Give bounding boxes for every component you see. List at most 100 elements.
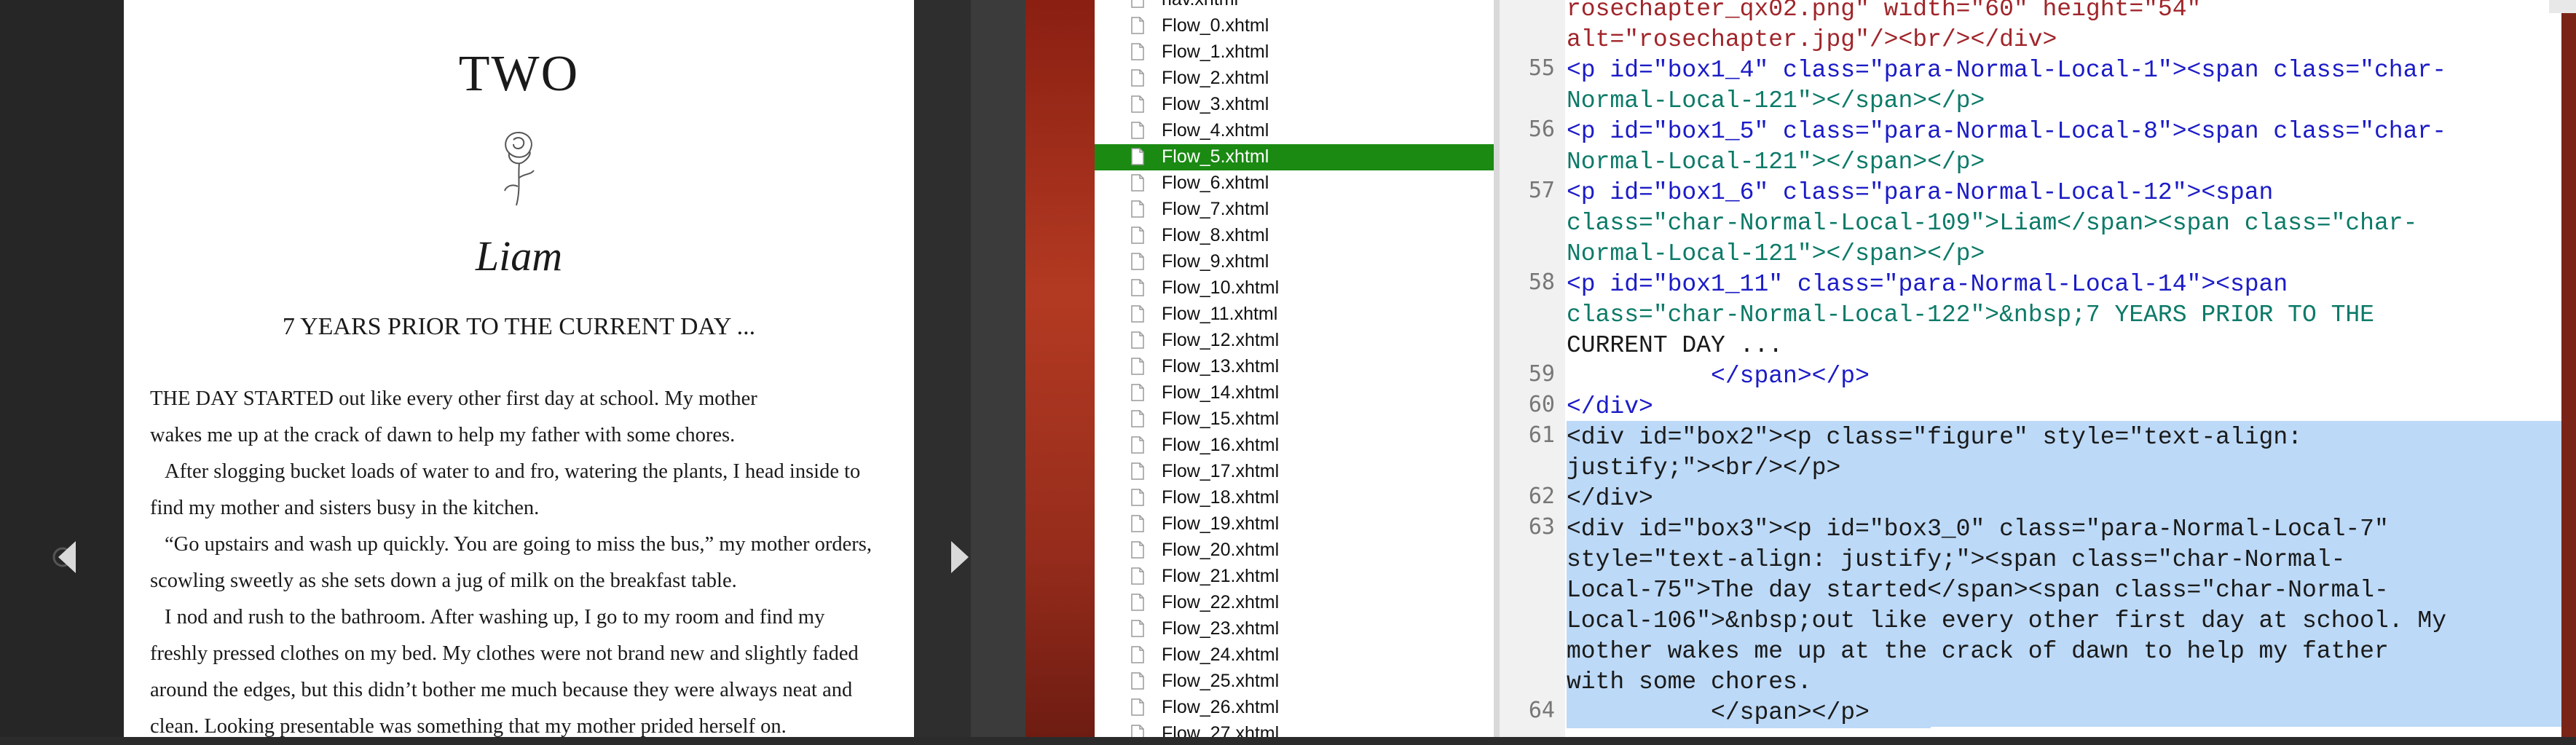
file-list-item[interactable]: Flow_24.xhtml bbox=[1095, 642, 1494, 669]
paragraph-4: I nod and rush to the bathroom. After wa… bbox=[150, 599, 886, 745]
file-list-item[interactable]: Flow_0.xhtml bbox=[1095, 13, 1494, 39]
reader-right-edge bbox=[971, 0, 1025, 737]
paragraph-2: After slogging bucket loads of water to … bbox=[150, 454, 886, 527]
file-name: Flow_11.xhtml bbox=[1162, 304, 1278, 324]
code-line-selected: <div id="box2"><p class="figure" style="… bbox=[1567, 424, 2302, 451]
file-name: Flow_26.xhtml bbox=[1162, 697, 1280, 717]
file-name: Flow_25.xhtml bbox=[1162, 671, 1280, 691]
next-page-button[interactable] bbox=[947, 535, 976, 579]
file-list-item[interactable]: Flow_19.xhtml bbox=[1095, 511, 1494, 537]
file-list-item[interactable]: Flow_22.xhtml bbox=[1095, 590, 1494, 616]
document-icon bbox=[1131, 226, 1144, 244]
file-name: Flow_3.xhtml bbox=[1162, 94, 1269, 114]
line-number: 57 bbox=[1528, 178, 1555, 203]
code-line-selected: Local-75">The day started</span><span cl… bbox=[1567, 577, 2389, 604]
code-line: alt="rosechapter.jpg"/><br/></div> bbox=[1567, 26, 2057, 53]
file-list-item[interactable]: Flow_6.xhtml bbox=[1095, 170, 1494, 197]
file-list-item[interactable]: Flow_26.xhtml bbox=[1095, 695, 1494, 721]
code-line-selected: </div> bbox=[1567, 485, 1653, 512]
paragraph-text: wakes me up at the crack of dawn to help… bbox=[150, 424, 736, 446]
file-name: Flow_18.xhtml bbox=[1162, 487, 1280, 508]
code-editor[interactable]: 55 56 57 58 59 60 61 62 63 64 rosechapte… bbox=[1500, 0, 2561, 737]
document-icon bbox=[1131, 436, 1144, 454]
paragraph-1: THE DAY STARTED out like every other fir… bbox=[150, 381, 886, 454]
document-icon bbox=[1131, 253, 1144, 270]
file-list-item[interactable]: Flow_17.xhtml bbox=[1095, 459, 1494, 485]
document-icon bbox=[1131, 305, 1144, 323]
document-icon bbox=[1131, 672, 1144, 690]
file-list-item[interactable]: Flow_16.xhtml bbox=[1095, 433, 1494, 459]
document-icon bbox=[1131, 541, 1144, 559]
file-list-item[interactable]: Flow_20.xhtml bbox=[1095, 537, 1494, 564]
file-name: Flow_8.xhtml bbox=[1162, 225, 1269, 245]
document-icon bbox=[1131, 69, 1144, 87]
file-list-item[interactable]: Flow_13.xhtml bbox=[1095, 354, 1494, 380]
file-list-item[interactable]: Flow_14.xhtml bbox=[1095, 380, 1494, 406]
paragraph-text: around the edges, but this didn’t bother… bbox=[150, 679, 853, 701]
book-page: TWO Liam 7 YEARS PRIOR TO THE CURRENT DA… bbox=[124, 0, 914, 738]
code-line: class="char-Normal-Local-109">Liam</span… bbox=[1567, 210, 2418, 237]
document-icon bbox=[1131, 462, 1144, 480]
file-name: Flow_16.xhtml bbox=[1162, 435, 1280, 455]
file-list-item[interactable]: Flow_1.xhtml bbox=[1095, 39, 1494, 66]
document-icon bbox=[1131, 725, 1144, 737]
document-icon bbox=[1131, 17, 1144, 34]
code-line: Normal-Local-121"></span></p> bbox=[1567, 87, 1985, 114]
line-number: 63 bbox=[1528, 514, 1555, 540]
paragraph-text: scowling sweetly as she sets down a jug … bbox=[150, 569, 737, 592]
file-list-item[interactable]: Flow_18.xhtml bbox=[1095, 485, 1494, 511]
file-name: Flow_22.xhtml bbox=[1162, 592, 1280, 612]
lead-in-text: THE DAY STARTED bbox=[150, 387, 334, 410]
code-line-selected: justify;"><br/></p> bbox=[1567, 454, 1841, 481]
file-list-item[interactable]: Flow_8.xhtml bbox=[1095, 223, 1494, 249]
file-list-item[interactable]: Flow_5.xhtml bbox=[1095, 144, 1494, 170]
file-list-item[interactable]: Flow_23.xhtml bbox=[1095, 616, 1494, 642]
document-icon bbox=[1131, 174, 1144, 192]
line-number: 59 bbox=[1528, 361, 1555, 387]
file-list-item[interactable]: Flow_15.xhtml bbox=[1095, 406, 1494, 433]
file-name: Flow_21.xhtml bbox=[1162, 566, 1280, 586]
document-icon bbox=[1131, 594, 1144, 611]
line-number: 56 bbox=[1528, 117, 1555, 142]
code-line: class="char-Normal-Local-122">&nbsp;7 YE… bbox=[1567, 301, 2374, 328]
file-list-item[interactable]: Flow_9.xhtml bbox=[1095, 249, 1494, 275]
code-line: <p id="box1_4" class="para-Normal-Local-… bbox=[1567, 57, 2446, 84]
paragraph-text: “Go upstairs and wash up quickly. You ar… bbox=[165, 533, 872, 556]
paragraph-text: I nod and rush to the bathroom. After wa… bbox=[165, 606, 825, 628]
panel-divider[interactable] bbox=[1494, 0, 1500, 737]
file-list-item[interactable]: Flow_2.xhtml bbox=[1095, 66, 1494, 92]
triangle-right-icon bbox=[951, 541, 969, 573]
code-line-selected: with some chores. bbox=[1567, 669, 1812, 695]
file-name: Flow_7.xhtml bbox=[1162, 199, 1269, 219]
file-list-item[interactable]: Flow_27.xhtml bbox=[1095, 721, 1494, 737]
line-number: 60 bbox=[1528, 392, 1555, 417]
file-name: Flow_15.xhtml bbox=[1162, 409, 1280, 429]
file-list-item[interactable]: nav.xhtml bbox=[1095, 0, 1494, 13]
desktop-wallpaper-edge bbox=[2561, 0, 2576, 737]
file-list-item[interactable]: Flow_3.xhtml bbox=[1095, 92, 1494, 118]
file-name: nav.xhtml bbox=[1162, 0, 1238, 10]
file-list-item[interactable]: Flow_12.xhtml bbox=[1095, 328, 1494, 354]
document-icon bbox=[1131, 567, 1144, 585]
file-list-item[interactable]: Flow_4.xhtml bbox=[1095, 118, 1494, 144]
document-icon bbox=[1131, 95, 1144, 113]
file-name: Flow_1.xhtml bbox=[1162, 42, 1269, 62]
file-list-item[interactable]: Flow_10.xhtml bbox=[1095, 275, 1494, 301]
previous-page-button[interactable] bbox=[51, 535, 80, 579]
desktop-wallpaper bbox=[1025, 0, 1095, 737]
line-number: 58 bbox=[1528, 269, 1555, 295]
line-number: 61 bbox=[1528, 422, 1555, 448]
file-name: Flow_2.xhtml bbox=[1162, 68, 1269, 88]
paragraph-3: “Go upstairs and wash up quickly. You ar… bbox=[150, 527, 886, 599]
file-list-item[interactable]: Flow_11.xhtml bbox=[1095, 301, 1494, 328]
file-list-item[interactable]: Flow_7.xhtml bbox=[1095, 197, 1494, 223]
line-number: 64 bbox=[1528, 698, 1555, 723]
paragraph-text: freshly pressed clothes on my bed. My cl… bbox=[150, 642, 859, 665]
file-name: Flow_9.xhtml bbox=[1162, 251, 1269, 272]
code-line: Normal-Local-121"></span></p> bbox=[1567, 149, 1985, 176]
character-name: Liam bbox=[475, 232, 563, 280]
file-list-item[interactable]: Flow_21.xhtml bbox=[1095, 564, 1494, 590]
file-list-item[interactable]: Flow_25.xhtml bbox=[1095, 669, 1494, 695]
code-line-selected: <div id="box3"><p id="box3_0" class="par… bbox=[1567, 516, 2389, 543]
file-name: Flow_23.xhtml bbox=[1162, 618, 1280, 639]
